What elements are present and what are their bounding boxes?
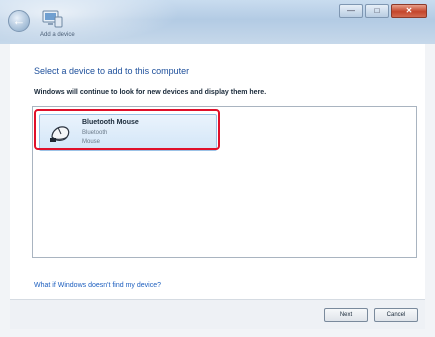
next-button[interactable]: Next: [324, 308, 368, 322]
device-list[interactable]: Bluetooth Mouse Bluetooth Mouse: [32, 106, 417, 258]
page-heading: Select a device to add to this computer: [34, 66, 190, 76]
close-button[interactable]: ✕: [391, 4, 427, 18]
selection-highlight-box: [34, 109, 220, 150]
caption-buttons: — □ ✕: [339, 4, 427, 18]
maximize-button[interactable]: □: [365, 4, 389, 18]
back-button[interactable]: ←: [8, 10, 30, 32]
dialog-content: Select a device to add to this computer …: [10, 44, 425, 299]
cancel-button[interactable]: Cancel: [374, 308, 418, 322]
search-status-text: Windows will continue to look for new de…: [34, 89, 267, 96]
devices-icon: [42, 10, 63, 28]
title-bar: ← Add a device — □ ✕: [0, 0, 435, 44]
help-link[interactable]: What if Windows doesn't find my device?: [34, 282, 161, 289]
minimize-button[interactable]: —: [339, 4, 363, 18]
button-bar: Next Cancel: [10, 299, 425, 329]
window-title: Add a device: [40, 32, 75, 38]
